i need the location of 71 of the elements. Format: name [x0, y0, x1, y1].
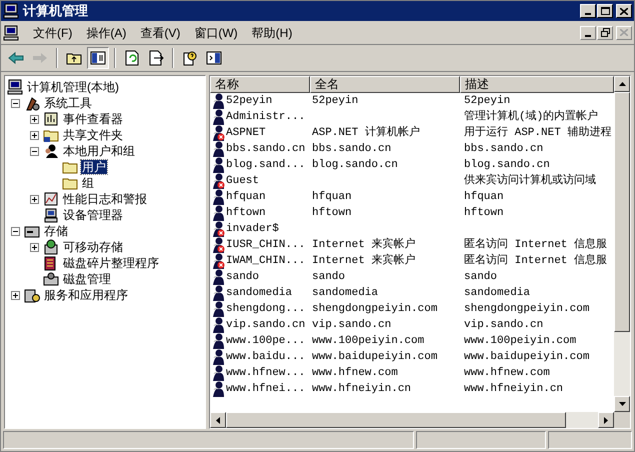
table-cell[interactable]: shengdong...	[226, 300, 306, 318]
table-cell[interactable]: sando	[226, 268, 260, 286]
table-cell: shengdongpeiyin.com	[312, 302, 438, 315]
column-header[interactable]: 全名	[310, 76, 460, 93]
table-cell[interactable]: www.100pe...	[226, 332, 306, 350]
table-cell: bbs.sando.cn	[464, 142, 544, 155]
table-cell[interactable]: blog.sand...	[226, 156, 306, 174]
table-cell: Internet 来宾帐户	[312, 254, 416, 267]
table-cell[interactable]: bbs.sando.cn	[226, 140, 306, 158]
tree-item[interactable]: 磁盘碎片整理程序	[62, 256, 160, 270]
tree-item[interactable]: 事件查看器	[62, 112, 124, 126]
table-cell: blog.sando.cn	[312, 158, 398, 171]
table-cell: www.hfnew.com	[312, 366, 398, 379]
table-cell: sandomedia	[464, 286, 530, 299]
table-cell: hftown	[312, 206, 352, 219]
tree-item[interactable]: 共享文件夹	[62, 128, 124, 142]
table-cell: hfquan	[464, 190, 504, 203]
tree-item[interactable]: 系统工具	[43, 96, 93, 110]
tree-item[interactable]: 存储	[43, 224, 69, 238]
table-cell[interactable]: www.hfnew...	[226, 364, 306, 382]
table-cell: www.100peiyin.com	[464, 334, 576, 347]
table-cell: www.hfneiyin.cn	[464, 382, 564, 395]
table-cell: 供来宾访问计算机或访问域	[464, 174, 596, 187]
table-cell: bbs.sando.cn	[312, 142, 392, 155]
table-cell: www.baidupeiyin.com	[312, 350, 438, 363]
table-cell[interactable]: www.hfnei...	[226, 380, 306, 398]
tree-item[interactable]: 服务和应用程序	[43, 288, 129, 302]
table-cell: 匿名访问 Internet 信息服	[464, 238, 608, 251]
table-cell: Internet 来宾帐户	[312, 238, 416, 251]
tree-item[interactable]: 用户	[81, 160, 107, 174]
tree-item[interactable]: 性能日志和警报	[62, 192, 148, 206]
table-cell[interactable]: sandomedia	[226, 284, 292, 302]
tree-item[interactable]: 设备管理器	[62, 208, 124, 222]
menu-item[interactable]: 窗口(W)	[188, 22, 244, 44]
table-cell: hfquan	[312, 190, 352, 203]
table-cell: hftown	[464, 206, 504, 219]
column-header[interactable]: 名称	[210, 76, 310, 93]
table-cell: www.hfnew.com	[464, 366, 550, 379]
menu-item[interactable]: 操作(A)	[80, 22, 132, 44]
menu-item[interactable]: 查看(V)	[134, 22, 186, 44]
table-cell: 52peyin	[464, 94, 510, 107]
table-cell: www.100peiyin.com	[312, 334, 424, 347]
table-cell: 管理计算机(域)的内置帐户	[464, 110, 598, 123]
table-cell: sando	[464, 270, 498, 283]
menu-item[interactable]: 帮助(H)	[246, 22, 298, 44]
table-cell: 匿名访问 Internet 信息服	[464, 254, 608, 267]
table-cell: www.baidupeiyin.com	[464, 350, 590, 363]
table-cell[interactable]: 52peyin	[226, 92, 272, 110]
table-cell: ASP.NET 计算机帐户	[312, 126, 420, 139]
window-title: 计算机管理	[23, 2, 89, 20]
tree-item[interactable]: 磁盘管理	[62, 272, 112, 286]
table-cell[interactable]: hfquan	[226, 188, 266, 206]
table-cell: shengdongpeiyin.com	[464, 302, 590, 315]
table-cell: 52peyin	[312, 94, 358, 107]
tree-item[interactable]: 计算机管理(本地)	[26, 80, 120, 94]
table-cell[interactable]: vip.sando.cn	[226, 316, 306, 334]
table-cell: sando	[312, 270, 346, 283]
tree-item[interactable]: 可移动存储	[62, 240, 124, 254]
tree-item[interactable]: 组	[81, 176, 95, 190]
table-cell[interactable]: www.baidu...	[226, 348, 306, 366]
column-header[interactable]: 描述	[460, 76, 614, 93]
table-cell: blog.sando.cn	[464, 158, 550, 171]
tree-item[interactable]: 本地用户和组	[62, 144, 136, 158]
table-cell: www.hfneiyin.cn	[312, 382, 412, 395]
menu-item[interactable]: 文件(F)	[27, 22, 78, 44]
table-cell: vip.sando.cn	[464, 318, 544, 331]
table-cell[interactable]: Administr...	[226, 108, 306, 126]
table-cell[interactable]: hftown	[226, 204, 266, 222]
table-cell: sandomedia	[312, 286, 378, 299]
table-cell: vip.sando.cn	[312, 318, 392, 331]
table-cell: 用于运行 ASP.NET 辅助进程	[464, 126, 612, 139]
